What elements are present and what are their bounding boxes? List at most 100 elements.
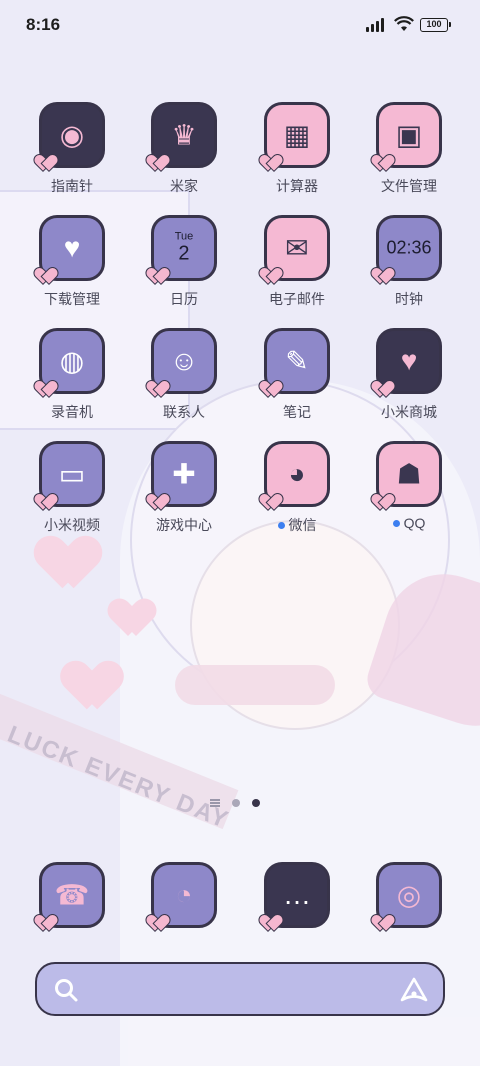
app-clock[interactable]: 02:36 时钟 [353, 215, 465, 309]
heart-badge-icon [261, 494, 279, 510]
wechat-glyph: ◕ [288, 458, 306, 489]
mi-store-glyph: ♥ [400, 345, 418, 376]
app-wechat[interactable]: ◕ 微信 [241, 441, 353, 535]
page-dot-active[interactable] [252, 799, 260, 807]
page-dot[interactable] [232, 799, 240, 807]
app-label: 小米视频 [16, 515, 128, 535]
new-notification-dot [277, 521, 285, 529]
app-mail[interactable]: ✉ 电子邮件 [241, 215, 353, 309]
app-label-text: 计算器 [276, 178, 318, 194]
app-compass[interactable]: ◉ 指南针 [16, 102, 128, 196]
app-notes[interactable]: ✎ 笔记 [241, 328, 353, 422]
heart-badge-icon [148, 155, 166, 171]
mi-video-icon[interactable]: ▭ [39, 441, 105, 507]
heart-badge-icon [148, 494, 166, 510]
app-label-text: 录音机 [51, 404, 93, 420]
compass-icon[interactable]: ◉ [39, 102, 105, 168]
mail-icon[interactable]: ✉ [264, 215, 330, 281]
app-label-text: 日历 [170, 291, 198, 307]
app-label-text: QQ [403, 515, 426, 531]
calendar-icon[interactable]: Tue 2 [151, 215, 217, 281]
app-label: 笔记 [241, 402, 353, 422]
signal-icon [366, 18, 388, 32]
page-indicator[interactable] [210, 796, 270, 810]
notes-glyph: ✎ [285, 345, 309, 377]
calendar-weekday: Tue [174, 230, 194, 243]
heart-badge-icon [373, 915, 391, 931]
wallpaper-collar [175, 665, 335, 705]
calculator-icon[interactable]: ▦ [264, 102, 330, 168]
game-center-icon[interactable]: ✚ [151, 441, 217, 507]
app-calendar[interactable]: Tue 2 日历 [128, 215, 240, 309]
mi-store-icon[interactable]: ♥ [376, 328, 442, 394]
downloads-icon[interactable]: ♥ [39, 215, 105, 281]
heart-badge-icon [261, 915, 279, 931]
app-contacts[interactable]: ☺ 联系人 [128, 328, 240, 422]
app-label: QQ [353, 515, 465, 531]
calendar-day-number: 2 [178, 242, 190, 265]
dock-camera[interactable]: ◎ [353, 862, 465, 928]
app-downloads[interactable]: ♥ 下载管理 [16, 215, 128, 309]
camera-glyph: ◎ [396, 879, 422, 911]
new-notification-dot [392, 519, 400, 527]
app-mi-store[interactable]: ♥ 小米商城 [353, 328, 465, 422]
contacts-icon[interactable]: ☺ [151, 328, 217, 394]
app-label: 小米商城 [353, 402, 465, 422]
clock-time: 02:36 [386, 237, 432, 258]
recorder-icon[interactable]: ◍ [39, 328, 105, 394]
heart-badge-icon [261, 155, 279, 171]
messages-glyph: … [283, 879, 311, 910]
compass-glyph: ◉ [59, 119, 85, 151]
search-bar[interactable] [35, 962, 445, 1016]
heart-badge-icon [261, 381, 279, 397]
files-icon[interactable]: ▣ [376, 102, 442, 168]
app-mijia[interactable]: ♛ 米家 [128, 102, 240, 196]
app-recorder[interactable]: ◍ 录音机 [16, 328, 128, 422]
app-qq[interactable]: ☗ QQ [353, 441, 465, 531]
app-label: 指南针 [16, 176, 128, 196]
notes-icon[interactable]: ✎ [264, 328, 330, 394]
assistant-icon[interactable] [399, 976, 429, 1004]
app-calculator[interactable]: ▦ 计算器 [241, 102, 353, 196]
app-files[interactable]: ▣ 文件管理 [353, 102, 465, 196]
clock-icon[interactable]: 02:36 [376, 215, 442, 281]
messages-icon[interactable]: … [264, 862, 330, 928]
status-time: 8:16 [26, 15, 61, 34]
mijia-icon[interactable]: ♛ [151, 102, 217, 168]
phone-glyph: ☎ [54, 879, 90, 911]
app-label-text: 微信 [288, 517, 317, 533]
app-label: 时钟 [353, 289, 465, 309]
app-label: 米家 [128, 176, 240, 196]
app-game-center[interactable]: ✚ 游戏中心 [128, 441, 240, 535]
heart-badge-icon [373, 268, 391, 284]
heart-badge-icon [36, 268, 54, 284]
dock-messages[interactable]: … [241, 862, 353, 928]
heart-badge-icon [373, 155, 391, 171]
phone-icon[interactable]: ☎ [39, 862, 105, 928]
wallpaper-heart [40, 538, 96, 588]
mijia-glyph: ♛ [171, 119, 197, 151]
qq-icon[interactable]: ☗ [376, 441, 442, 507]
app-mi-video[interactable]: ▭ 小米视频 [16, 441, 128, 535]
app-label: 游戏中心 [128, 515, 240, 535]
heart-badge-icon [36, 381, 54, 397]
app-label-text: 米家 [170, 178, 198, 194]
app-label-text: 下载管理 [44, 291, 100, 307]
heart-badge-icon [148, 268, 166, 284]
heart-badge-icon [148, 915, 166, 931]
wechat-icon[interactable]: ◕ [264, 441, 330, 507]
camera-icon[interactable]: ◎ [376, 862, 442, 928]
dock-browser[interactable]: ◔ [128, 862, 240, 928]
app-label-text: 时钟 [395, 291, 423, 307]
app-label-text: 指南针 [51, 178, 93, 194]
game-center-glyph: ✚ [172, 458, 196, 490]
app-label-text: 联系人 [163, 404, 205, 420]
app-label: 微信 [241, 515, 353, 535]
heart-badge-icon [36, 915, 54, 931]
app-label: 日历 [128, 289, 240, 309]
dock-phone[interactable]: ☎ [16, 862, 128, 928]
mail-glyph: ✉ [285, 232, 309, 264]
browser-icon[interactable]: ◔ [151, 862, 217, 928]
app-label: 下载管理 [16, 289, 128, 309]
heart-badge-icon [373, 381, 391, 397]
